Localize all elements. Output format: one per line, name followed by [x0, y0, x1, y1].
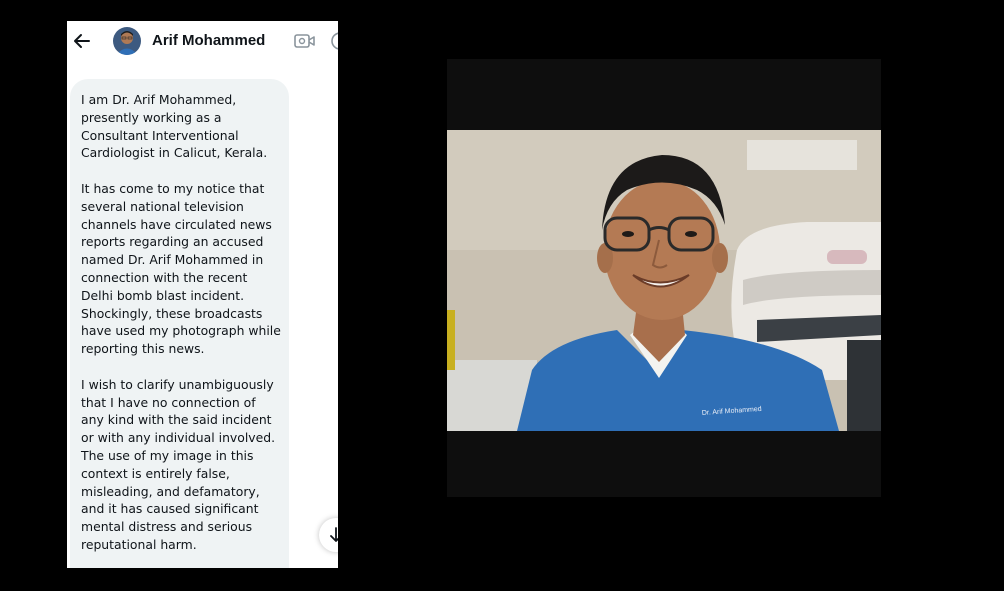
avatar[interactable] — [113, 27, 141, 55]
message-text: I am Dr. Arif Mohammed, presently workin… — [81, 91, 281, 568]
arrow-down-icon — [330, 527, 338, 542]
doctor-photo: Dr. Arif Mohammed — [447, 130, 881, 431]
contact-name[interactable]: Arif Mohammed — [152, 32, 265, 49]
chat-panel: Arif Mohammed I am Dr. Arif Mohammed, pr… — [67, 21, 338, 568]
message-paragraph: I wish to clarify unambiguously that I h… — [81, 376, 276, 552]
scroll-to-bottom-button[interactable] — [319, 518, 338, 552]
photo-frame: Dr. Arif Mohammed — [447, 59, 881, 497]
back-button[interactable] — [72, 31, 92, 51]
info-button[interactable] — [330, 31, 338, 51]
message-bubble: I am Dr. Arif Mohammed, presently workin… — [70, 79, 289, 568]
chat-header: Arif Mohammed — [67, 21, 338, 61]
video-camera-icon — [294, 34, 315, 48]
arrow-left-icon — [74, 34, 90, 48]
video-call-button[interactable] — [294, 32, 316, 50]
info-icon — [331, 32, 338, 50]
message-paragraph: It has come to my notice that several na… — [81, 180, 281, 357]
message-paragraph: I am Dr. Arif Mohammed, presently workin… — [81, 92, 268, 161]
